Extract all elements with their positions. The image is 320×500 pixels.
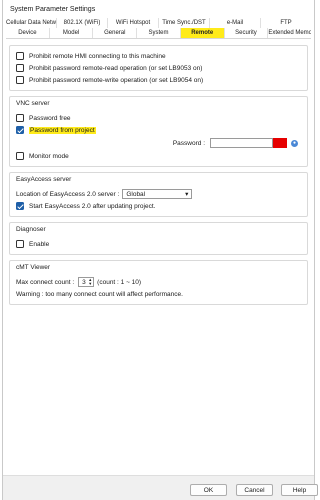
tab-general[interactable]: General — [92, 28, 136, 38]
diagnoser-title: Diagnoser — [16, 226, 46, 233]
password-free-checkbox[interactable] — [16, 114, 24, 122]
cmt-viewer-group: cMT Viewer Max connect count : 3 ▲ ▼ (co… — [9, 260, 308, 305]
diagnoser-enable-checkbox[interactable] — [16, 240, 24, 248]
prohibit-remote-hmi-label: Prohibit remote HMI connecting to this m… — [29, 52, 166, 60]
easyaccess-location-label: Location of EasyAccess 2.0 server : — [16, 190, 120, 198]
tab-extended-memory[interactable]: Extended Memory — [267, 28, 311, 38]
password-from-project-checkbox[interactable] — [16, 126, 24, 134]
max-connect-label: Max connect count : — [16, 278, 75, 286]
start-easyaccess-row: Start EasyAccess 2.0 after updating proj… — [16, 200, 302, 212]
cmt-viewer-title: cMT Viewer — [16, 264, 51, 271]
prohibit-remote-write-checkbox[interactable] — [16, 76, 24, 84]
stepper-down-icon[interactable]: ▼ — [88, 282, 92, 286]
window-title: System Parameter Settings — [10, 5, 96, 13]
tab-cellular-data-network[interactable]: Cellular Data Network — [6, 18, 56, 28]
monitor-mode-row: Monitor mode — [16, 150, 302, 162]
tab-email[interactable]: e-Mail — [209, 18, 260, 28]
prohibit-remote-read-label: Prohibit password remote-read operation … — [29, 64, 203, 72]
help-button[interactable]: Help — [281, 484, 318, 496]
monitor-mode-label: Monitor mode — [29, 152, 69, 160]
prohibit-remote-write-label: Prohibit password remote-write operation… — [29, 76, 204, 84]
max-connect-range: (count : 1 ~ 10) — [97, 278, 142, 286]
tab-security[interactable]: Security — [223, 28, 268, 38]
password-from-project-row: Password from project — [16, 124, 302, 136]
diagnoser-enable-row: Enable — [16, 238, 302, 250]
chevron-down-icon: ▾ — [185, 191, 189, 198]
easyaccess-location-row: Location of EasyAccess 2.0 server : Glob… — [16, 188, 302, 200]
diagnoser-group: Diagnoser Enable — [9, 222, 308, 255]
max-connect-stepper[interactable]: 3 ▲ ▼ — [78, 277, 95, 287]
easyaccess-location-value: Global — [126, 190, 146, 198]
tab-remote[interactable]: Remote — [179, 28, 224, 38]
ok-button[interactable]: OK — [190, 484, 227, 496]
vnc-server-title: VNC server — [16, 100, 50, 107]
redaction-marker — [273, 138, 287, 148]
password-from-project-label: Password from project — [29, 126, 96, 134]
tab-wifi-hotspot[interactable]: WiFi Hotspot — [107, 18, 158, 28]
tab-ftp[interactable]: FTP — [260, 18, 311, 28]
vnc-password-row: Password : ● — [16, 136, 302, 150]
prohibit-remote-read-checkbox[interactable] — [16, 64, 24, 72]
easyaccess-server-group: EasyAccess server Location of EasyAccess… — [9, 172, 308, 217]
stepper-arrows[interactable]: ▲ ▼ — [88, 278, 92, 286]
cmt-warning-text: Warning : too many connect count will af… — [16, 290, 183, 298]
vnc-server-group: VNC server Password free Password from p… — [9, 96, 308, 167]
tab-device[interactable]: Device — [6, 28, 49, 38]
prohibit-remote-hmi-row: Prohibit remote HMI connecting to this m… — [16, 50, 302, 62]
cmt-warning-row: Warning : too many connect count will af… — [16, 288, 302, 300]
easyaccess-server-title: EasyAccess server — [16, 176, 72, 183]
easyaccess-location-select[interactable]: Global ▾ — [122, 189, 193, 199]
tab-row-1: Cellular Data Network 802.1X (WiFi) WiFi… — [6, 18, 311, 28]
cancel-button[interactable]: Cancel — [236, 484, 273, 496]
password-free-label: Password free — [29, 114, 71, 122]
prohibit-remote-hmi-checkbox[interactable] — [16, 52, 24, 60]
tab-time-sync-dst[interactable]: Time Sync./DST — [158, 18, 209, 28]
start-easyaccess-checkbox[interactable] — [16, 202, 24, 210]
prohibit-remote-read-row: Prohibit password remote-read operation … — [16, 62, 302, 74]
start-easyaccess-label: Start EasyAccess 2.0 after updating proj… — [29, 202, 156, 210]
max-connect-row: Max connect count : 3 ▲ ▼ (count : 1 ~ 1… — [16, 276, 302, 288]
prohibit-remote-write-row: Prohibit password remote-write operation… — [16, 74, 302, 86]
system-parameter-settings-dialog: System Parameter Settings Cellular Data … — [2, 0, 318, 500]
tab-system[interactable]: System — [136, 28, 180, 38]
tab-strip: Cellular Data Network 802.1X (WiFi) WiFi… — [3, 18, 314, 38]
remote-prohibit-group: Prohibit remote HMI connecting to this m… — [9, 45, 308, 91]
tab-8021x-wifi[interactable]: 802.1X (WiFi) — [56, 18, 107, 28]
monitor-mode-checkbox[interactable] — [16, 152, 24, 160]
max-connect-value: 3 — [82, 278, 86, 286]
tab-row-2: Device Model General System Remote Secur… — [6, 28, 311, 38]
diagnoser-enable-label: Enable — [29, 240, 50, 248]
password-free-row: Password free — [16, 112, 302, 124]
remote-tab-content: Prohibit remote HMI connecting to this m… — [3, 39, 314, 305]
dialog-footer: OK Cancel Help — [3, 475, 318, 500]
vnc-password-input[interactable] — [210, 138, 273, 148]
vnc-password-label: Password : — [172, 139, 205, 147]
info-icon[interactable]: ● — [291, 139, 298, 147]
tab-model[interactable]: Model — [48, 28, 93, 38]
